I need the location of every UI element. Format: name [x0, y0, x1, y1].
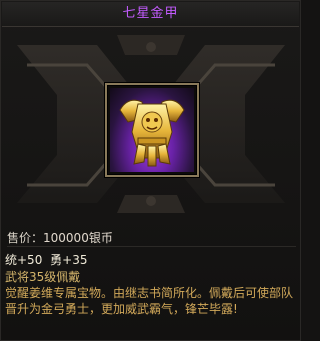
- stat-bonuses: 统+50 勇+35: [5, 251, 91, 268]
- item-slot: [105, 83, 199, 177]
- divider: [7, 246, 296, 247]
- price-label: 售价：: [7, 231, 44, 245]
- golden-armor-icon: [119, 99, 185, 167]
- stat-courage: 勇+35: [50, 253, 88, 267]
- price-value: 100000银币: [43, 231, 113, 245]
- item-tooltip: 七星金甲 售价：100000银币 统+50 勇+35 武将35级佩戴 觉醒姜维专…: [0, 0, 301, 341]
- item-description: 觉醒姜维专属宝物。由继志书简所化。佩戴后可使部队晋升为金弓勇士，更加威武霸气，锋…: [5, 286, 294, 316]
- stat-command: 统+50: [5, 253, 43, 267]
- level-requirement: 武将35级佩戴: [5, 270, 81, 284]
- title-bar: 七星金甲: [2, 2, 299, 27]
- price-row: 售价：100000银币: [7, 229, 113, 246]
- item-title: 七星金甲: [122, 6, 179, 21]
